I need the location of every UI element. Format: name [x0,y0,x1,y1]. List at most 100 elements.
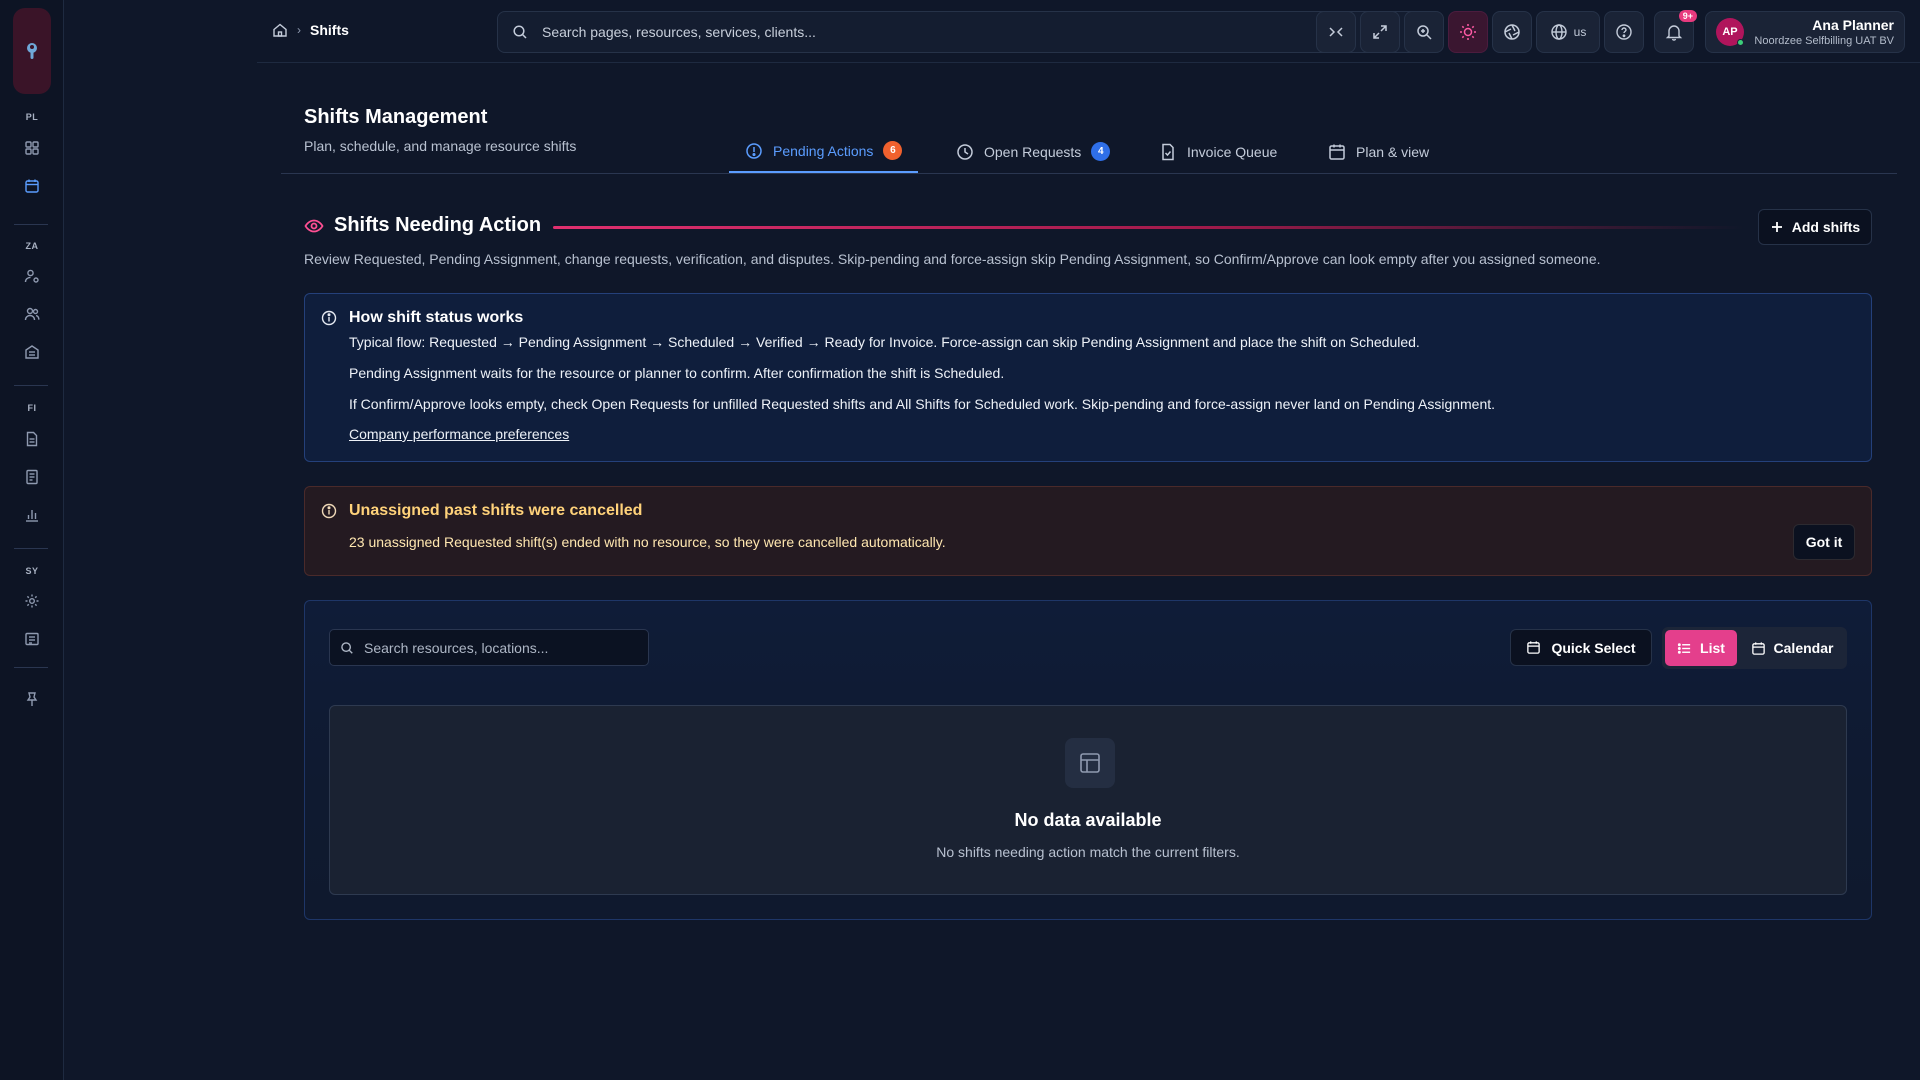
info-line: Typical flow: Requested → Pending Assign… [349,334,1420,350]
fullscreen-button[interactable] [1360,11,1400,53]
cancelled-shifts-alert: Unassigned past shifts were cancelled 23… [304,486,1872,576]
breadcrumb-separator: › [297,23,301,37]
sidebar-section-label: FI [27,403,37,413]
document-icon[interactable] [20,427,44,451]
help-icon [1616,24,1632,40]
empty-state: No data available No shifts needing acti… [329,705,1847,895]
sidebar-section-label: SY [25,566,39,576]
plus-icon [1771,222,1782,232]
section-description: Review Requested, Pending Assignment, ch… [304,251,1601,267]
tab-plan-view[interactable]: Plan & view [1312,130,1445,173]
empty-state-description: No shifts needing action match the curre… [936,844,1240,860]
add-shifts-button[interactable]: Add shifts [1758,209,1872,245]
language-button[interactable]: us [1536,11,1600,53]
user-settings-icon[interactable] [20,264,44,288]
logo-mark-icon [27,43,37,59]
sidebar-section-label: ZA [25,241,39,251]
info-icon [321,503,337,519]
users-icon[interactable] [20,302,44,326]
invoice-icon[interactable] [20,465,44,489]
sidebar-divider [14,548,48,549]
view-toggle: List Calendar [1662,627,1847,669]
clock-icon [957,143,973,160]
tab-open-requests[interactable]: Open Requests 4 [940,130,1126,173]
performance-preferences-link[interactable]: Company performance preferences [349,426,569,442]
pin-icon[interactable] [20,687,44,711]
tab-label: Open Requests [984,143,1082,160]
tab-invoice-queue[interactable]: Invoice Queue [1143,130,1293,173]
sun-icon [1460,24,1476,40]
shift-status-info-box: How shift status works Typical flow: Req… [304,293,1872,462]
table-icon [1065,738,1115,788]
help-button[interactable] [1604,11,1644,53]
theme-toggle-button[interactable] [1448,11,1488,53]
section-accent-line [553,226,1743,229]
eye-icon [304,219,324,232]
appearance-button[interactable] [1492,11,1532,53]
sidebar-divider [14,224,48,225]
calendar-icon[interactable] [20,174,44,198]
calendar-icon [1751,641,1765,655]
breadcrumb-current: Shifts [310,22,349,38]
gear-icon[interactable] [20,589,44,613]
global-search-input[interactable] [542,24,1425,40]
notifications-button[interactable]: 9+ [1654,10,1697,53]
log-icon[interactable] [20,627,44,651]
info-icon [321,310,337,326]
collapse-icon [1329,27,1343,37]
got-it-button[interactable]: Got it [1793,524,1855,560]
sidebar: PL ZA FI SY [0,0,64,1080]
avatar: AP [1716,18,1744,46]
top-bar: › Shifts us 9+ AP Ana Planner [257,0,1920,63]
list-icon [1677,642,1691,654]
online-status-dot [1737,39,1744,46]
globe-icon [1550,24,1567,40]
page-title: Shifts Management [304,106,488,128]
collapse-sidebar-button[interactable] [1316,11,1356,53]
zoom-in-icon [1417,25,1432,40]
building-icon[interactable] [20,340,44,364]
info-box-title: How shift status works [349,309,524,326]
zoom-button[interactable] [1404,11,1444,53]
avatar-initials: AP [1722,26,1738,38]
alert-title: Unassigned past shifts were cancelled [349,502,643,519]
bar-chart-icon[interactable] [20,503,44,527]
tab-label: Invoice Queue [1187,143,1278,160]
list-view-label: List [1700,640,1725,656]
shifts-panel: Quick Select List Calendar No data avail… [304,600,1872,920]
dashboard-grid-icon[interactable] [20,136,44,160]
resource-search[interactable] [329,629,649,666]
calendar-icon [1527,641,1541,654]
sidebar-divider [14,667,48,668]
user-name: Ana Planner [1812,17,1894,33]
section-title: Shifts Needing Action [334,214,542,236]
add-shifts-label: Add shifts [1791,219,1861,235]
aperture-icon [1504,24,1520,40]
notifications-badge: 9+ [1678,10,1697,22]
app-logo[interactable] [13,8,51,94]
quick-select-button[interactable]: Quick Select [1510,629,1652,666]
language-code: us [1573,25,1587,39]
file-check-icon [1162,143,1174,160]
info-line: If Confirm/Approve looks empty, check Op… [349,396,1496,412]
tab-count-badge: 6 [883,141,903,160]
calendar-view-button[interactable]: Calendar [1742,630,1842,666]
breadcrumb: › Shifts [272,22,349,38]
search-icon [340,641,354,655]
tab-bar: Pending Actions 6 Open Requests 4 Invoic… [281,130,1897,174]
list-view-button[interactable]: List [1665,630,1737,666]
calendar-view-label: Calendar [1773,640,1834,656]
resource-search-input[interactable] [364,639,648,656]
user-menu[interactable]: AP Ana Planner Noordzee Selfbilling UAT … [1705,11,1905,53]
home-icon[interactable] [272,22,288,38]
calendar-icon [1329,144,1345,160]
tab-label: Pending Actions [773,142,874,159]
section-heading: Shifts Needing Action [304,214,541,237]
user-organization: Noordzee Selfbilling UAT BV [1754,35,1894,47]
alert-circle-icon [746,142,762,159]
global-search[interactable] [497,11,1426,53]
tab-pending-actions[interactable]: Pending Actions 6 [729,130,919,173]
tab-count-badge: 4 [1091,142,1111,161]
alert-text: 23 unassigned Requested shift(s) ended w… [349,534,946,550]
quick-select-label: Quick Select [1551,639,1636,656]
